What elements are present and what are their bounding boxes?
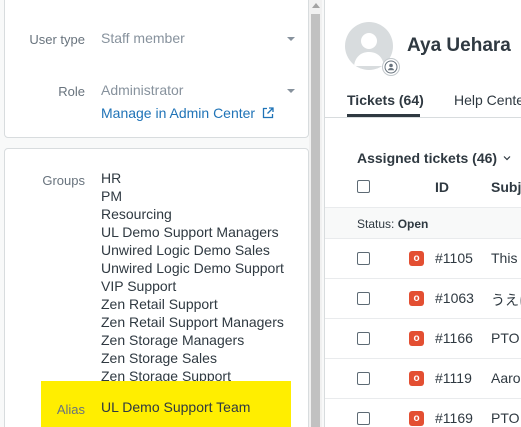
- alias-label: Alias: [56, 402, 85, 417]
- assigned-tickets-label: Assigned tickets (46): [357, 150, 498, 166]
- column-header-id[interactable]: ID: [435, 179, 449, 195]
- row-checkbox[interactable]: [357, 372, 370, 385]
- ticket-id[interactable]: #1169: [435, 410, 473, 426]
- status-group-header: Status: Open: [325, 207, 521, 239]
- group-item: Zen Retail Support Managers: [101, 314, 284, 330]
- user-properties-pane: User type Staff member Role Administrato…: [0, 0, 322, 427]
- ticket-subject[interactable]: うえは: [491, 290, 521, 310]
- user-type-caret-icon[interactable]: [287, 37, 295, 41]
- open-status-badge: o: [409, 251, 424, 266]
- scroll-up-arrow-icon[interactable]: [312, 3, 320, 8]
- select-all-checkbox[interactable]: [357, 180, 370, 193]
- groups-label: Groups: [42, 173, 85, 188]
- group-item: UL Demo Support Managers: [101, 224, 279, 240]
- ticket-id[interactable]: #1105: [435, 250, 473, 266]
- alias-value[interactable]: UL Demo Support Team: [101, 399, 250, 415]
- tab-tickets[interactable]: Tickets (64): [347, 92, 424, 108]
- user-type-label: User type: [29, 32, 85, 47]
- ticket-id[interactable]: #1166: [435, 330, 473, 346]
- groups-card: Groups HR PM Resourcing UL Demo Support …: [4, 148, 309, 427]
- table-row[interactable]: o #1166 PTO I: [325, 319, 521, 359]
- external-link-icon: [262, 107, 274, 119]
- ticket-id[interactable]: #1063: [435, 290, 474, 306]
- table-row[interactable]: o #1063 うえは: [325, 279, 521, 319]
- open-status-badge: o: [409, 411, 424, 426]
- status-value: Open: [397, 217, 429, 231]
- table-row[interactable]: o #1169 PTO I: [325, 399, 521, 427]
- ticket-subject[interactable]: Aaron: [491, 370, 521, 386]
- groups-list: HR PM Resourcing UL Demo Support Manager…: [101, 169, 284, 385]
- group-item: HR: [101, 170, 122, 186]
- scrollbar-thumb[interactable]: [311, 14, 320, 427]
- user-type-select[interactable]: Staff member: [101, 30, 185, 46]
- assigned-tickets-dropdown[interactable]: Assigned tickets (46): [357, 150, 511, 166]
- status-group-label: Status: Open: [357, 217, 428, 231]
- ticket-subject[interactable]: This i: [491, 250, 521, 266]
- ticket-id[interactable]: #1119: [435, 370, 472, 386]
- group-item: Unwired Logic Demo Sales: [101, 242, 270, 258]
- group-item: VIP Support: [101, 278, 177, 294]
- role-select[interactable]: Administrator: [101, 82, 183, 98]
- ticket-subject[interactable]: PTO I: [491, 330, 521, 346]
- column-header-subject[interactable]: Subje: [491, 179, 521, 195]
- row-checkbox[interactable]: [357, 332, 370, 345]
- role-label: Role: [58, 84, 85, 99]
- tab-help-center[interactable]: Help Cente: [454, 92, 521, 108]
- admin-link-text: Manage in Admin Center: [101, 105, 256, 121]
- group-item: Zen Storage Sales: [101, 350, 217, 366]
- table-row[interactable]: o #1105 This i: [325, 239, 521, 279]
- group-item: PM: [101, 188, 122, 204]
- row-checkbox[interactable]: [357, 252, 370, 265]
- user-info-card: User type Staff member Role Administrato…: [4, 0, 309, 138]
- group-item: Unwired Logic Demo Support: [101, 260, 284, 276]
- table-header: ID Subje: [325, 172, 521, 206]
- open-status-badge: o: [409, 291, 424, 306]
- group-item: Zen Retail Support: [101, 296, 218, 312]
- group-item: Resourcing: [101, 206, 172, 222]
- open-status-badge: o: [409, 331, 424, 346]
- status-prefix: Status:: [357, 217, 395, 231]
- row-checkbox[interactable]: [357, 412, 370, 425]
- open-status-badge: o: [409, 371, 424, 386]
- profile-tabs: Tickets (64) Help Cente: [325, 92, 521, 118]
- ticket-subject[interactable]: PTO I: [491, 410, 521, 426]
- user-name-heading: Aya Uehara: [407, 35, 511, 56]
- role-caret-icon[interactable]: [287, 89, 295, 93]
- manage-in-admin-center-link[interactable]: Manage in Admin Center: [101, 105, 274, 121]
- table-row[interactable]: o #1119 Aaron: [325, 359, 521, 399]
- tabs-divider: [325, 117, 521, 118]
- user-status-badge: [382, 58, 400, 76]
- person-icon: [384, 60, 398, 74]
- user-detail-pane: Aya Uehara Tickets (64) Help Cente Assig…: [324, 0, 521, 427]
- group-item: Zen Storage Managers: [101, 332, 245, 348]
- row-checkbox[interactable]: [357, 292, 370, 305]
- chevron-down-icon: [503, 156, 511, 161]
